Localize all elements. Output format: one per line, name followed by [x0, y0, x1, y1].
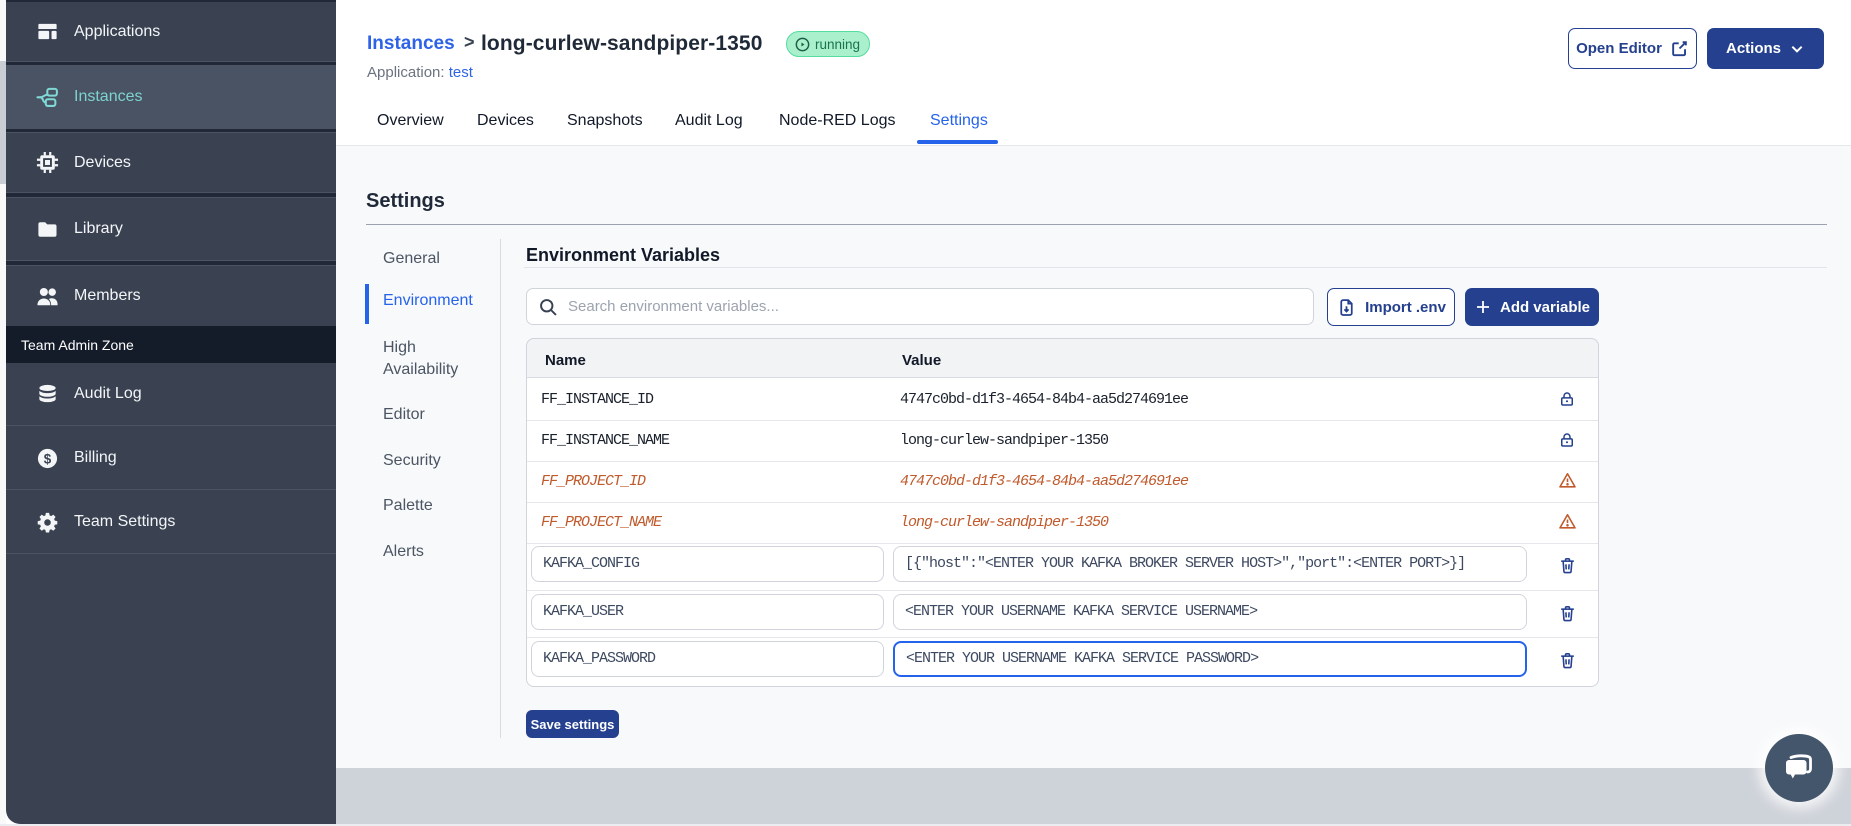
svg-text:$: $ — [44, 451, 52, 466]
